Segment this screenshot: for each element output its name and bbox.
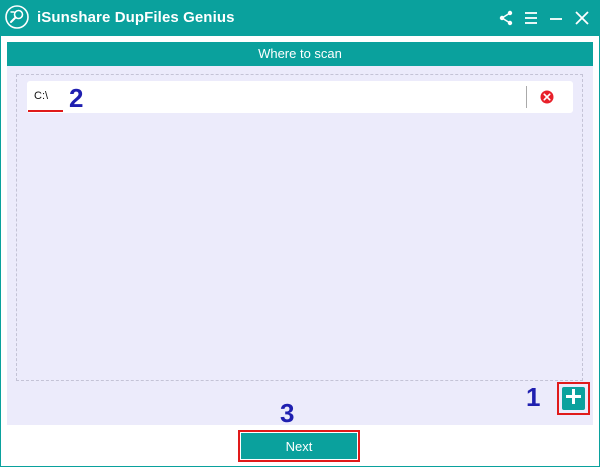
step-annotation-2: 2 bbox=[69, 83, 84, 113]
path-underline-highlight bbox=[28, 110, 63, 112]
app-logo-icon bbox=[5, 5, 29, 29]
plus-icon bbox=[565, 388, 582, 410]
title-bar: iSunshare DupFiles Genius bbox=[0, 0, 600, 36]
step-annotation-1: 1 bbox=[526, 382, 541, 412]
step-annotation-3: 3 bbox=[280, 398, 295, 428]
scan-path-text: C:\ bbox=[34, 90, 49, 102]
close-icon bbox=[574, 10, 590, 26]
menu-icon bbox=[523, 10, 539, 26]
close-button[interactable] bbox=[572, 8, 592, 28]
next-button[interactable]: Next bbox=[241, 433, 357, 459]
minimize-icon bbox=[548, 10, 564, 26]
share-icon bbox=[498, 10, 514, 26]
row-divider bbox=[526, 86, 527, 108]
remove-circle-icon[interactable] bbox=[540, 90, 554, 104]
app-title: iSunshare DupFiles Genius bbox=[37, 9, 235, 26]
share-button[interactable] bbox=[496, 8, 516, 28]
scan-paths-list[interactable] bbox=[16, 74, 583, 381]
menu-button[interactable] bbox=[521, 8, 541, 28]
panel-header: Where to scan bbox=[7, 42, 593, 66]
minimize-button[interactable] bbox=[546, 8, 566, 28]
list-item[interactable] bbox=[27, 81, 573, 113]
add-path-button[interactable] bbox=[562, 387, 585, 410]
